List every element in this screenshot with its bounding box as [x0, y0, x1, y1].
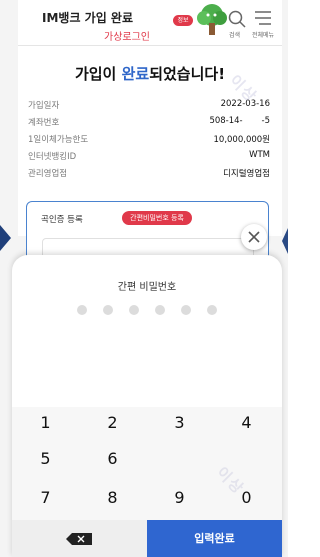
key-9[interactable]: 9 — [146, 482, 213, 514]
submit-button[interactable]: 입력완료 — [147, 520, 282, 557]
pin-title: 간편 비밀번호 — [117, 282, 177, 293]
info-label: 관리영업점 — [28, 169, 68, 179]
account-info-list: 가입일자 2022-03-16 계좌번호 508-14- -5 1일이체가능한도… — [28, 96, 272, 181]
info-value: 10,000,000원 — [213, 135, 271, 145]
left-arrow-icon — [0, 225, 11, 251]
pin-dot — [207, 305, 217, 315]
menu-icon[interactable] — [254, 10, 272, 26]
pin-dot — [103, 305, 113, 315]
result-title-highlight: 완료 — [121, 65, 150, 83]
info-label: 계좌번호 — [28, 118, 60, 128]
backspace-button[interactable] — [12, 520, 147, 557]
key-1[interactable]: 1 — [12, 407, 79, 439]
key-7[interactable]: 7 — [12, 482, 79, 514]
info-row: 인터넷뱅킹ID WTM — [28, 147, 272, 164]
info-label: 1일이체가능한도 — [28, 135, 89, 145]
pin-bottom-sheet: 간편 비밀번호 1 2 3 4 5 6 7 8 9 0 입력완료 — [12, 255, 282, 557]
auth-card: 곡인증 등록 간편비밀번호 등록 — [26, 201, 269, 268]
menu-label: 전체메뉴 — [252, 32, 275, 39]
info-row: 계좌번호 508-14- -5 — [28, 113, 272, 130]
info-value: WTM — [249, 150, 270, 160]
virtual-login-link[interactable]: 가상로그인 — [104, 28, 150, 43]
info-value: 508-14- -5 — [209, 116, 270, 126]
page-title: IM뱅크 가입 완료 — [42, 11, 134, 25]
key-6[interactable]: 6 — [79, 443, 146, 475]
pin-register-button[interactable]: 간편비밀번호 등록 — [122, 211, 192, 225]
info-label: 인터넷뱅킹ID — [28, 152, 77, 162]
key-3[interactable]: 3 — [146, 407, 213, 439]
auth-title: 곡인증 등록 — [41, 215, 83, 225]
info-row: 가입일자 2022-03-16 — [28, 96, 272, 113]
screen: IM뱅크 가입 완료 가상로그인 정보 검색 전체메뉴 가입이 완료되었습니다! — [0, 0, 288, 557]
pin-dots — [77, 305, 217, 317]
result-title-prefix: 가입이 — [74, 65, 122, 83]
pin-dot — [129, 305, 139, 315]
pin-dot — [181, 305, 191, 315]
search-label: 검색 — [229, 32, 241, 39]
mascot-tree-icon — [197, 4, 227, 35]
key-5[interactable]: 5 — [12, 443, 79, 475]
info-value: 디지털영업점 — [223, 169, 270, 179]
close-icon — [248, 231, 260, 243]
result-title-suffix: 되었습니다! — [149, 65, 226, 83]
search-icon[interactable] — [228, 10, 246, 28]
key-8[interactable]: 8 — [79, 482, 146, 514]
top-header: IM뱅크 가입 완료 가상로그인 정보 검색 전체메뉴 — [18, 0, 282, 46]
pin-dot — [155, 305, 165, 315]
key-4[interactable]: 4 — [213, 407, 280, 439]
backspace-icon — [66, 533, 92, 545]
pin-dot — [77, 305, 87, 315]
info-row: 1일이체가능한도 10,000,000원 — [28, 130, 272, 147]
key-2[interactable]: 2 — [79, 407, 146, 439]
info-label: 가입일자 — [28, 101, 60, 111]
close-button[interactable] — [241, 224, 267, 250]
info-row: 관리영업점 디지털영업점 — [28, 164, 272, 181]
profile-badge[interactable]: 정보 — [173, 15, 193, 26]
right-arrow-icon — [282, 228, 288, 254]
